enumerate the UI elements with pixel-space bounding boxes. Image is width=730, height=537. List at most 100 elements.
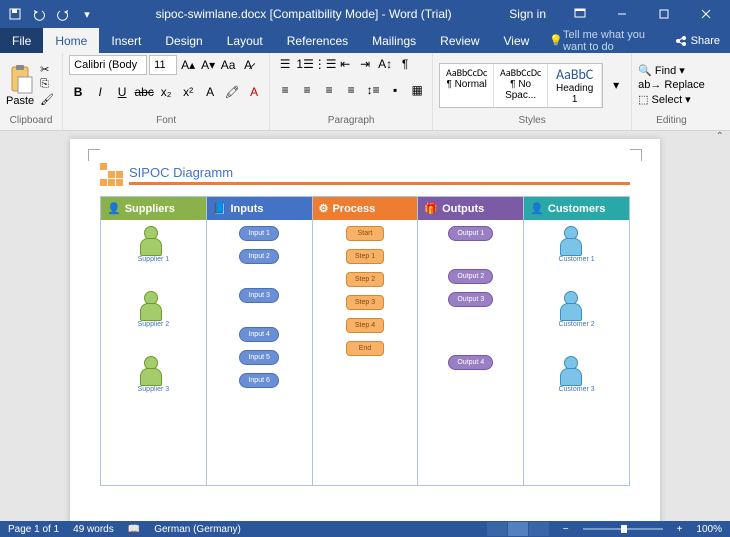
tab-insert[interactable]: Insert	[99, 28, 153, 53]
group-styles: AaBbCcDc¶ Normal AaBbCcDc¶ No Spac... Aa…	[433, 53, 632, 130]
paste-button[interactable]: Paste	[6, 63, 34, 107]
lane-outputs: 🎁 Outputs Output 1 Output 2 Output 3 Out…	[418, 197, 524, 485]
replace-button[interactable]: ab→ Replace	[638, 79, 705, 91]
zoom-level[interactable]: 100%	[696, 524, 722, 535]
page-count[interactable]: Page 1 of 1	[8, 524, 59, 535]
increase-indent-button[interactable]: ⇥	[356, 55, 374, 73]
maximize-button[interactable]	[644, 1, 684, 27]
input-shape: Input 1	[239, 226, 279, 241]
align-center-button[interactable]: ≡	[298, 81, 316, 99]
borders-button[interactable]: ▦	[408, 81, 426, 99]
tab-mailings[interactable]: Mailings	[360, 28, 428, 53]
font-name-combo[interactable]: Calibri (Body	[69, 55, 147, 75]
clipboard-icon	[6, 63, 34, 95]
text-effects-button[interactable]: A	[201, 83, 219, 101]
tab-view[interactable]: View	[492, 28, 542, 53]
align-right-button[interactable]: ≡	[320, 81, 338, 99]
process-shape: Step 3	[346, 295, 384, 310]
select-button[interactable]: ⬚ Select ▾	[638, 93, 705, 106]
tab-layout[interactable]: Layout	[215, 28, 275, 53]
sort-button[interactable]: A↕	[376, 55, 394, 73]
title-underline	[129, 182, 630, 185]
align-left-button[interactable]: ≡	[276, 81, 294, 99]
document-title: sipoc-swimlane.docx [Compatibility Mode]…	[98, 7, 509, 21]
group-font: Calibri (Body 11 A▴ A▾ Aa A̷ B I U abc x…	[63, 53, 270, 130]
italic-button[interactable]: I	[91, 83, 109, 101]
tellme-search[interactable]: 💡 Tell me what you want to do	[549, 28, 664, 53]
share-button[interactable]: Share	[665, 28, 730, 53]
qat-customize-icon[interactable]: ▾	[76, 3, 98, 25]
zoom-slider[interactable]	[583, 528, 663, 530]
find-button[interactable]: 🔍 Find ▾	[638, 64, 705, 77]
collapse-ribbon-button[interactable]: ⌃	[716, 131, 724, 142]
bold-button[interactable]: B	[69, 83, 87, 101]
spell-check-icon[interactable]: 📖	[128, 524, 140, 535]
titlebar: ▾ sipoc-swimlane.docx [Compatibility Mod…	[0, 0, 730, 28]
input-shape: Input 5	[239, 350, 279, 365]
lane-process: ⚙ Process Start Step 1 Step 2 Step 3 Ste…	[313, 197, 419, 485]
word-count[interactable]: 49 words	[73, 524, 114, 535]
tab-file[interactable]: File	[0, 28, 43, 53]
multilevel-button[interactable]: ⋮☰	[316, 55, 334, 73]
undo-button[interactable]	[28, 3, 50, 25]
decorative-squares-icon	[100, 163, 123, 186]
person-icon	[138, 291, 162, 321]
lane-head-outputs: 🎁 Outputs	[418, 197, 523, 220]
styles-more-button[interactable]: ▾	[607, 76, 625, 94]
numbering-button[interactable]: 1☰	[296, 55, 314, 73]
process-shape: Step 1	[346, 249, 384, 264]
style-nospacing[interactable]: AaBbCcDc¶ No Spac...	[494, 64, 548, 107]
format-painter-button[interactable]: 🖌	[40, 93, 56, 107]
cut-button[interactable]: ✂	[40, 63, 56, 77]
superscript-button[interactable]: x²	[179, 83, 197, 101]
bullets-button[interactable]: ☰	[276, 55, 294, 73]
subscript-button[interactable]: x₂	[157, 83, 175, 101]
clear-formatting-button[interactable]: A̷	[239, 56, 257, 74]
shading-button[interactable]: ▪	[386, 81, 404, 99]
decrease-indent-button[interactable]: ⇤	[336, 55, 354, 73]
strike-button[interactable]: abc	[135, 83, 153, 101]
zoom-out-button[interactable]: −	[563, 524, 569, 535]
output-shape: Output 2	[448, 269, 493, 284]
font-size-combo[interactable]: 11	[149, 55, 177, 75]
document-area[interactable]: SIPOC Diagramm 👤 Suppliers Supplier 1 Su…	[0, 131, 730, 521]
grow-font-button[interactable]: A▴	[179, 56, 197, 74]
statusbar: Page 1 of 1 49 words 📖 German (Germany) …	[0, 521, 730, 537]
line-spacing-button[interactable]: ↕≡	[364, 81, 382, 99]
person-icon	[558, 356, 582, 386]
language-status[interactable]: German (Germany)	[154, 524, 241, 535]
zoom-in-button[interactable]: +	[677, 524, 683, 535]
view-read-button[interactable]	[487, 522, 507, 536]
ribbon-display-button[interactable]	[560, 1, 600, 27]
ribbon: Paste ✂ ⎘ 🖌 Clipboard Calibri (Body 11 A…	[0, 53, 730, 131]
copy-button[interactable]: ⎘	[40, 78, 56, 92]
input-shape: Input 6	[239, 373, 279, 388]
output-shape: Output 3	[448, 292, 493, 307]
style-normal[interactable]: AaBbCcDc¶ Normal	[440, 64, 494, 107]
view-web-button[interactable]	[529, 522, 549, 536]
lane-head-suppliers: 👤 Suppliers	[101, 197, 206, 220]
tab-home[interactable]: Home	[43, 28, 99, 53]
highlight-button[interactable]: 🖍	[223, 83, 241, 101]
style-heading1[interactable]: AaBbCHeading 1	[548, 64, 602, 107]
underline-button[interactable]: U	[113, 83, 131, 101]
tab-design[interactable]: Design	[153, 28, 214, 53]
shrink-font-button[interactable]: A▾	[199, 56, 217, 74]
change-case-button[interactable]: Aa	[219, 56, 237, 74]
close-button[interactable]	[686, 1, 726, 27]
show-marks-button[interactable]: ¶	[396, 55, 414, 73]
tab-review[interactable]: Review	[428, 28, 491, 53]
signin-link[interactable]: Sign in	[509, 7, 546, 21]
output-shape: Output 4	[448, 355, 493, 370]
save-button[interactable]	[4, 3, 26, 25]
redo-button[interactable]	[52, 3, 74, 25]
justify-button[interactable]: ≡	[342, 81, 360, 99]
tab-references[interactable]: References	[275, 28, 360, 53]
view-print-button[interactable]	[508, 522, 528, 536]
process-shape: End	[346, 341, 384, 356]
person-icon	[558, 291, 582, 321]
group-clipboard: Paste ✂ ⎘ 🖌 Clipboard	[0, 53, 63, 130]
sipoc-swimlane: 👤 Suppliers Supplier 1 Supplier 2 Suppli…	[100, 196, 630, 486]
font-color-button[interactable]: A	[245, 83, 263, 101]
minimize-button[interactable]	[602, 1, 642, 27]
